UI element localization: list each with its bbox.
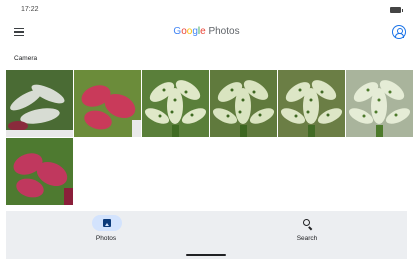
gesture-handle[interactable] (186, 254, 226, 256)
app-bar: Google Photos (0, 20, 413, 46)
photo-thumbnail[interactable] (74, 70, 141, 137)
nav-item-label: Photos (95, 235, 117, 242)
photo-thumbnail[interactable] (142, 70, 209, 137)
status-bar: 17:22 (0, 0, 413, 20)
battery-icon (390, 7, 403, 13)
photos-icon (103, 219, 111, 227)
photo-thumbnail[interactable] (278, 70, 345, 137)
nav-item-label: Search (296, 235, 318, 242)
title-suffix: Photos (205, 26, 240, 37)
photo-thumbnail[interactable] (346, 70, 413, 137)
nav-item-photos[interactable]: Photos (6, 211, 206, 259)
search-icon (303, 219, 310, 226)
app-title: Google Photos (0, 26, 413, 37)
account-circle-icon[interactable] (392, 25, 406, 39)
status-time: 17:22 (21, 6, 39, 13)
nav-item-search[interactable]: Search (207, 211, 407, 259)
section-label: Camera (14, 55, 38, 62)
photo-thumbnail[interactable] (210, 70, 277, 137)
photo-thumbnail[interactable] (6, 138, 73, 205)
bottom-navigation: Photos Search (6, 211, 407, 259)
photo-thumbnail[interactable] (6, 70, 73, 137)
